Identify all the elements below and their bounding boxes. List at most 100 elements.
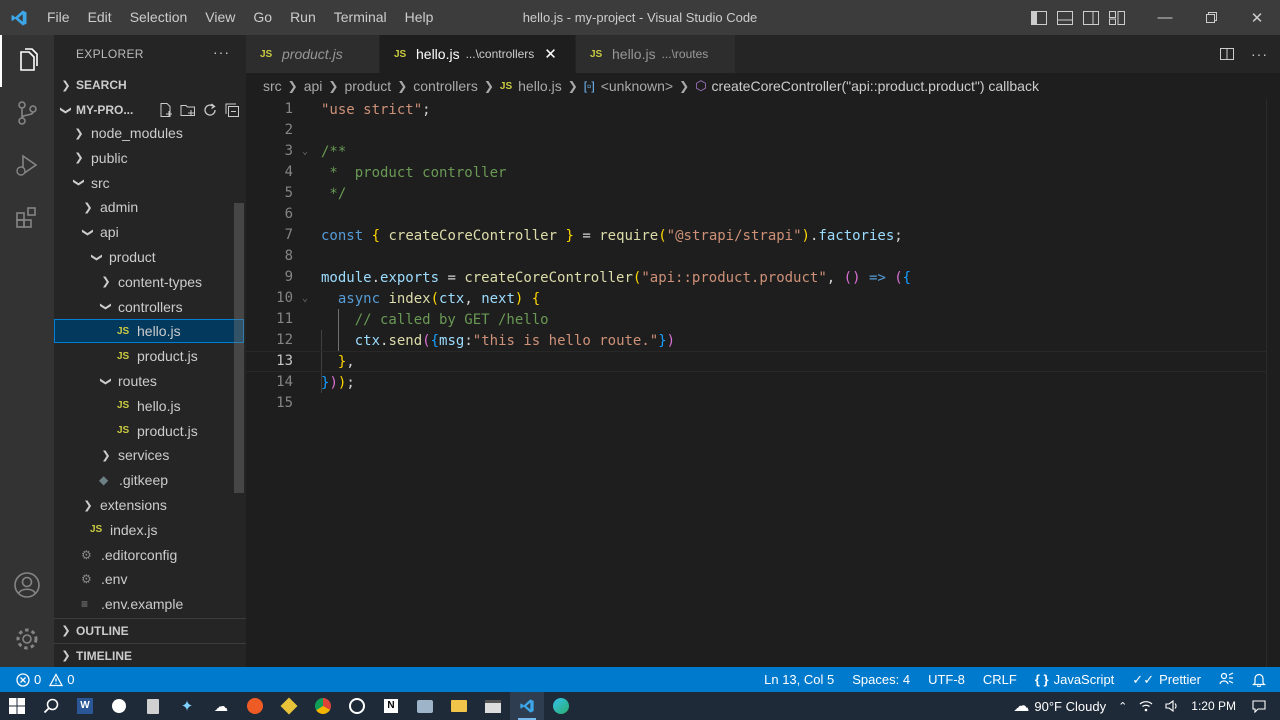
vscode-taskbar-icon[interactable] [510,692,544,720]
accounts-icon[interactable] [0,559,54,611]
file-explorer-icon[interactable] [442,692,476,720]
notifications-bell-icon[interactable] [1243,672,1280,687]
git-app-icon[interactable] [272,692,306,720]
tree-folder-item[interactable]: ❯ product [54,245,244,269]
toggle-panel-icon[interactable] [1052,0,1078,35]
more-actions-icon[interactable]: ··· [1251,46,1268,62]
encoding[interactable]: UTF-8 [919,672,974,687]
toggle-secondary-sidebar-icon[interactable] [1078,0,1104,35]
feedback-icon[interactable] [1210,672,1243,687]
manage-gear-icon[interactable] [0,613,54,665]
tree-folder-item[interactable]: ❯ admin [54,195,244,219]
search-section-header[interactable]: ❯ SEARCH [54,73,246,97]
edge-app-icon[interactable] [544,692,578,720]
tree-folder-item[interactable]: ❯ controllers [54,295,244,319]
timeline-section-header[interactable]: ❯ TIMELINE [54,643,246,667]
breadcrumb-symbol[interactable]: createCoreController("api::product.produ… [712,78,1039,94]
project-section-header[interactable]: ❯ MY-PRO... [54,98,246,122]
weather-widget[interactable]: ☁ 90°F Cloudy [1007,696,1112,716]
tree-folder-item[interactable]: ❯ public [54,146,244,170]
breadcrumb-item[interactable]: api [304,78,323,94]
chevron-right-icon: ❯ [328,79,339,93]
wifi-icon[interactable] [1133,700,1159,712]
editor-scrollbar[interactable] [1266,99,1280,667]
tree-file-item[interactable]: ⚙ .env [54,567,244,591]
language-mode[interactable]: { } JavaScript [1026,672,1123,687]
new-folder-icon[interactable] [180,102,196,118]
postman-app-icon[interactable] [238,692,272,720]
source-control-icon[interactable] [0,87,54,139]
tree-file-item[interactable]: JS index.js [54,518,244,542]
tree-file-item[interactable]: JS hello.js [54,319,244,344]
terminal-app-icon[interactable] [476,692,510,720]
tree-folder-item[interactable]: ❯ node_modules [54,121,244,145]
tree-file-item[interactable]: JS product.js [54,419,244,443]
split-editor-icon[interactable] [1219,46,1235,62]
chrome-app-icon[interactable] [306,692,340,720]
refresh-icon[interactable] [202,102,218,118]
sidebar-scrollbar[interactable] [234,203,244,493]
volume-icon[interactable] [1159,700,1185,712]
chevron-up-icon[interactable]: ⌃ [1112,700,1133,713]
breadcrumb-file[interactable]: hello.js [518,78,562,94]
more-actions-icon[interactable]: ··· [213,44,230,60]
end-of-line[interactable]: CRLF [974,672,1026,687]
breadcrumb-item[interactable]: product [344,78,391,94]
restore-icon[interactable] [1188,0,1234,35]
problems-indicator[interactable]: 0 0 [0,672,74,687]
fold-chevron-icon[interactable]: ⌄ [302,146,308,157]
customize-layout-icon[interactable] [1104,0,1130,35]
menu-file[interactable]: File [38,0,79,35]
prettier-status[interactable]: ✓✓ Prettier [1123,672,1210,688]
tab-hello-js-routes[interactable]: JS hello.js ...\routes [576,35,736,73]
run-debug-icon[interactable] [0,139,54,191]
fold-chevron-icon[interactable]: ⌄ [302,293,308,304]
chevron-right-icon: ❯ [61,79,71,92]
tree-file-item[interactable]: ◆ .gitkeep [54,468,244,492]
outline-section-header[interactable]: ❯ OUTLINE [54,618,246,642]
code-editor[interactable]: 1 2 3 4 5 6 7 8 9 10 11 12 13 14 15 "use strict"; ⌄/**… [246,99,1280,667]
tool-app-icon[interactable]: ✦ [170,692,204,720]
document-app-icon[interactable] [136,692,170,720]
breadcrumb-item[interactable]: controllers [413,78,478,94]
tree-folder-item[interactable]: ❯ extensions [54,493,244,517]
minimize-icon[interactable]: — [1142,0,1188,35]
tree-file-item[interactable]: ⚙ .editorconfig [54,543,244,567]
breadcrumb-symbol[interactable]: <unknown> [601,78,673,94]
word-app-icon[interactable]: W [68,692,102,720]
breadcrumb-item[interactable]: src [263,78,282,94]
toggle-sidebar-icon[interactable] [1026,0,1052,35]
tab-product-js[interactable]: JS product.js [246,35,380,73]
notion-app-icon[interactable]: N [374,692,408,720]
collapse-all-icon[interactable] [224,102,240,118]
search-icon[interactable] [34,692,68,720]
close-icon[interactable]: ✕ [544,45,557,63]
chevron-right-icon: ❯ [74,152,84,165]
github-app-icon[interactable] [340,692,374,720]
tab-hello-js-controllers[interactable]: JS hello.js ...\controllers ✕ [380,35,576,73]
tree-folder-item[interactable]: ❯ services [54,443,244,467]
search-section-label: SEARCH [76,78,127,92]
tree-folder-item[interactable]: ❯ routes [54,369,244,393]
tree-item-label: public [91,149,128,166]
explorer-icon[interactable] [0,35,54,87]
tree-folder-item[interactable]: ❯ src [54,171,244,195]
tree-file-item[interactable]: JS product.js [54,344,244,368]
media-app-icon[interactable] [102,692,136,720]
tree-file-item[interactable]: JS hello.js [54,394,244,418]
extensions-icon[interactable] [0,191,54,243]
indentation[interactable]: Spaces: 4 [843,672,919,687]
close-window-icon[interactable]: ✕ [1234,0,1280,35]
tree-item-label: api [100,224,119,241]
tree-file-item[interactable]: ≡ .env.example [54,592,244,616]
photos-app-icon[interactable] [408,692,442,720]
notification-center-icon[interactable] [1242,699,1280,713]
tree-folder-item[interactable]: ❯ content-types [54,270,244,294]
new-file-icon[interactable] [158,102,174,118]
clock[interactable]: 1:20 PM [1185,699,1242,713]
cursor-position[interactable]: Ln 13, Col 5 [755,672,843,687]
tree-folder-item[interactable]: ❯ api [54,220,244,244]
windows-start-icon[interactable] [0,692,34,720]
cloud-app-icon[interactable]: ☁ [204,692,238,720]
weather-text: 90°F Cloudy [1034,698,1107,714]
